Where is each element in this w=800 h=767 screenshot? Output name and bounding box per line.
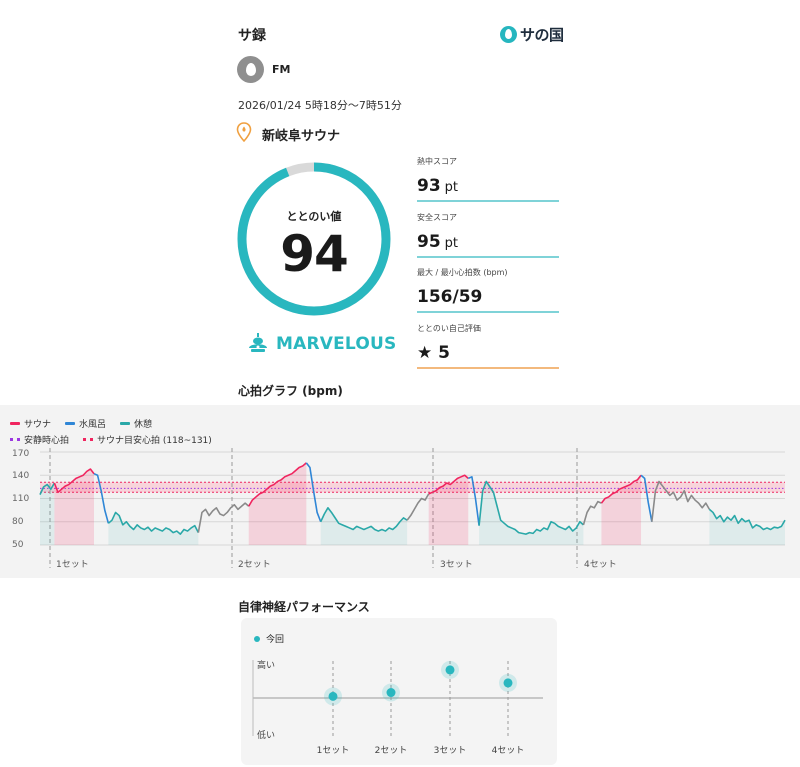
graph-title: 心拍グラフ (bpm) — [238, 384, 343, 398]
drop-icon — [245, 63, 256, 76]
totonoi-value: 94 — [280, 225, 349, 283]
stat-value: 95 pt — [417, 232, 459, 252]
session-datetime: 2026/01/24 5時18分〜7時51分 — [238, 99, 402, 112]
performance-title: 自律神経パフォーマンス — [238, 600, 370, 614]
heat-score: 熱中スコア 93 pt — [417, 156, 559, 202]
stat-label: 熱中スコア — [417, 157, 457, 166]
performance-point — [503, 678, 513, 688]
rest-area — [320, 507, 408, 545]
stat-value: 93 pt — [417, 176, 459, 196]
rank-text: MARVELOUS — [276, 334, 397, 354]
stat-label: 最大 / 最小心拍数 (bpm) — [417, 268, 508, 277]
avatar[interactable] — [237, 56, 264, 83]
target-band — [40, 482, 785, 493]
stat-value: ★ 5 — [417, 343, 450, 363]
idle-line — [197, 502, 250, 533]
heart-rate-chart — [39, 448, 786, 568]
set-label: 4セット — [584, 560, 617, 570]
set-label: 3セット — [440, 560, 473, 570]
rest-area — [40, 483, 55, 545]
app-title: サ録 — [238, 28, 266, 44]
sauna-stone-icon — [249, 333, 267, 352]
facility-name[interactable]: 新岐阜サウナ — [262, 125, 340, 144]
totonoi-label: ととのい値 — [286, 210, 342, 223]
performance-point — [328, 691, 338, 701]
brand-text: サの国 — [520, 26, 564, 44]
legend-rest: 休憩 — [120, 417, 152, 430]
location-pin-icon — [236, 122, 252, 142]
stat-value: 156/59 — [417, 287, 483, 307]
performance-point — [445, 665, 455, 675]
drop-logo-icon — [500, 26, 517, 43]
brand-logo[interactable]: サの国 — [500, 24, 564, 45]
set-label: 2セット — [238, 560, 271, 570]
perf-x-label: 1セット — [316, 746, 350, 756]
user-name: FM — [272, 63, 291, 76]
idle-line — [406, 493, 430, 521]
rank-badge: MARVELOUS — [248, 333, 396, 355]
self-rating: ととのい自己評価 ★ 5 — [417, 323, 559, 369]
safety-score: 安全スコア 95 pt — [417, 212, 559, 258]
legend-cold: 水風呂 — [65, 417, 106, 430]
perf-x-label: 4セット — [491, 746, 525, 756]
stat-label: ととのい自己評価 — [417, 324, 481, 333]
stat-label: 安全スコア — [417, 213, 457, 222]
perf-x-label: 2セット — [374, 746, 408, 756]
performance-point — [386, 688, 396, 698]
perf-x-label: 3セット — [433, 746, 467, 756]
legend-sauna: サウナ — [10, 417, 51, 430]
set-label: 1セット — [56, 560, 89, 570]
heart-rate-range: 最大 / 最小心拍数 (bpm) 156/59 — [417, 267, 559, 313]
